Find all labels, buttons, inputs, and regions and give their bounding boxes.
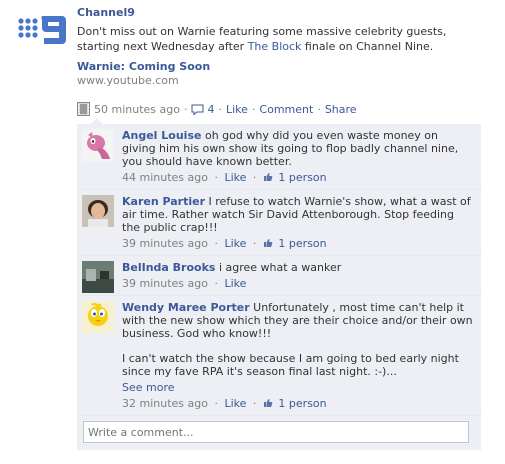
separator: ·: [214, 237, 218, 250]
avatar[interactable]: [82, 195, 114, 227]
comment-item: Wendy Maree Porter Unfortunately , most …: [77, 296, 481, 416]
separator: ·: [252, 397, 257, 410]
separator: ·: [252, 171, 257, 184]
comment-like-link[interactable]: Like: [224, 171, 246, 184]
comment-author-link[interactable]: Karen Partier: [122, 195, 205, 208]
separator: ·: [214, 397, 218, 410]
comment-item: BelInda Brooks i agree what a wanker 39 …: [77, 256, 481, 296]
post-meta: 50 minutes ago · 4 · Like · Comment · Sh…: [77, 102, 357, 116]
comment-likes-count[interactable]: 1 person: [278, 237, 326, 250]
comment-meta: 32 minutes ago · Like · 1 person: [122, 397, 475, 410]
thumbs-up-icon: [263, 398, 273, 408]
avatar[interactable]: [82, 301, 114, 333]
comment-timestamp: 44 minutes ago: [122, 171, 208, 184]
comment-item: Karen Partier I refuse to watch Warnie's…: [77, 190, 481, 256]
comment-author-link[interactable]: Wendy Maree Porter: [122, 301, 250, 314]
comment-meta: 39 minutes ago · Like: [122, 277, 475, 290]
comment-count[interactable]: 4: [207, 103, 214, 116]
the-block-link[interactable]: The Block: [248, 40, 302, 53]
comment-text-continued: I can't watch the show because I am goin…: [122, 352, 459, 378]
page-name-link[interactable]: Channel9: [77, 6, 135, 19]
comment-like-link[interactable]: Like: [224, 237, 246, 250]
separator: ·: [251, 102, 256, 116]
separator: ·: [252, 237, 257, 250]
comment-like-link[interactable]: Like: [224, 397, 246, 410]
comment-likes-count[interactable]: 1 person: [278, 171, 326, 184]
thumbs-up-icon: [263, 238, 273, 248]
post-timestamp[interactable]: 50 minutes ago: [94, 103, 180, 116]
thumbs-up-icon: [263, 172, 273, 182]
comment-meta: 39 minutes ago · Like · 1 person: [122, 237, 475, 250]
separator: ·: [183, 102, 188, 116]
comment-timestamp: 32 minutes ago: [122, 397, 208, 410]
comment-timestamp: 39 minutes ago: [122, 237, 208, 250]
comment-like-link[interactable]: Like: [224, 277, 246, 290]
avatar[interactable]: [82, 261, 114, 293]
comment-timestamp: 39 minutes ago: [122, 277, 208, 290]
post-message: Don't miss out on Warnie featuring some …: [77, 24, 487, 54]
separator: ·: [214, 171, 218, 184]
see-more-link[interactable]: See more: [122, 381, 475, 394]
post-comment-link[interactable]: Comment: [259, 103, 313, 116]
comment-author-link[interactable]: BelInda Brooks: [122, 261, 215, 274]
avatar[interactable]: [82, 129, 114, 161]
attachment-url: www.youtube.com: [77, 74, 179, 87]
comments-section: Angel Louise oh god why did you even was…: [77, 118, 481, 450]
channel9-logo[interactable]: [17, 13, 67, 47]
comment-bubble-icon[interactable]: [191, 104, 204, 116]
post-like-link[interactable]: Like: [226, 103, 248, 116]
comment-meta: 44 minutes ago · Like · 1 person: [122, 171, 475, 184]
post-share-link[interactable]: Share: [325, 103, 357, 116]
separator: ·: [317, 102, 321, 116]
comment-item: Angel Louise oh god why did you even was…: [77, 124, 481, 190]
write-comment-input[interactable]: [83, 421, 469, 443]
post-text-end: finale on Channel Nine.: [301, 40, 434, 53]
write-comment-row: [77, 416, 481, 450]
attachment-title-link[interactable]: Warnie: Coming Soon: [77, 60, 210, 73]
comment-likes-count[interactable]: 1 person: [278, 397, 326, 410]
comment-text: i agree what a wanker: [218, 261, 342, 274]
video-icon: [77, 102, 90, 116]
separator: ·: [218, 102, 222, 116]
comment-author-link[interactable]: Angel Louise: [122, 129, 201, 142]
separator: ·: [214, 277, 218, 290]
